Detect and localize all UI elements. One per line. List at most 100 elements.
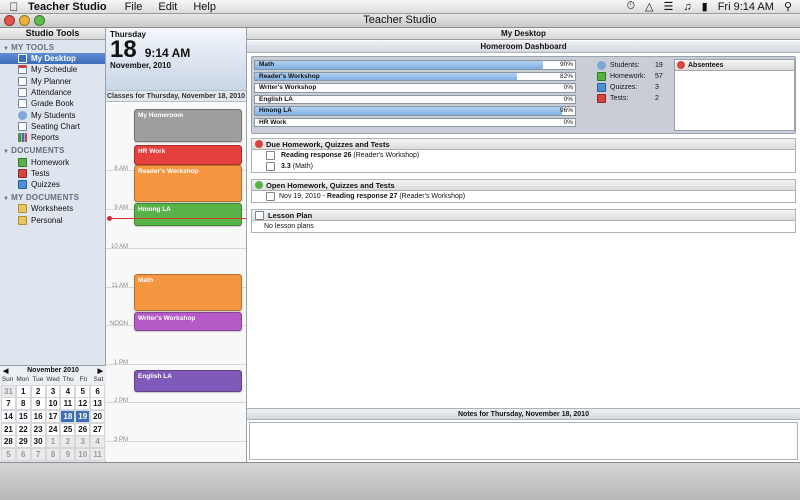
calendar-day[interactable]: 13	[90, 397, 105, 411]
sidebar-item-my-students[interactable]: My Students	[0, 109, 105, 120]
sidebar-item-homework[interactable]: Homework	[0, 156, 105, 167]
sidebar-item-my-schedule[interactable]: My Schedule	[0, 64, 105, 75]
volume-icon[interactable]: ♫	[683, 1, 691, 13]
stat-quizzes[interactable]: Quizzes: 3	[597, 82, 669, 93]
calendar-day[interactable]: 10	[45, 397, 61, 411]
apple-menu-icon[interactable]: 	[0, 0, 28, 14]
calendar-day[interactable]: 24	[45, 422, 61, 436]
calendar-day[interactable]: 19	[75, 409, 91, 423]
calendar-day[interactable]: 8	[15, 397, 31, 411]
sidebar-item-reports[interactable]: Reports	[0, 132, 105, 143]
calendar-day[interactable]: 26	[75, 422, 91, 436]
calendar-day[interactable]: 3	[75, 435, 91, 449]
calendar-day[interactable]: 6	[15, 447, 31, 461]
progress-bar[interactable]: Writer's Workshop 0%	[254, 83, 576, 93]
calendar-day[interactable]: 4	[60, 384, 76, 398]
class-event[interactable]: Reader's Workshop	[134, 165, 242, 202]
progress-bar[interactable]: Hmong LA 96%	[254, 106, 576, 116]
calendar-day[interactable]: 2	[30, 384, 46, 398]
calendar-day[interactable]: 1	[45, 435, 61, 449]
weekday-label: Wed	[46, 376, 60, 383]
time-machine-icon[interactable]: ⏱	[626, 0, 635, 13]
sidebar-item-my-planner[interactable]: My Planner	[0, 76, 105, 87]
progress-bar[interactable]: HR Work 0%	[254, 117, 576, 128]
calendar-day[interactable]: 27	[90, 422, 105, 436]
progress-bar[interactable]: Reader's Workshop 82%	[254, 71, 576, 82]
sidebar-item-personal[interactable]: Personal	[0, 215, 105, 226]
due-item[interactable]: 3.3 (Math)	[252, 161, 795, 172]
sidebar-item-tests[interactable]: Tests	[0, 168, 105, 179]
bluetooth-icon[interactable]: △	[645, 0, 653, 13]
sidebar-item-quizzes[interactable]: Quizzes	[0, 179, 105, 190]
calendar-day[interactable]: 6	[90, 384, 105, 398]
calendar-day[interactable]: 5	[1, 447, 16, 461]
class-event[interactable]: HR Work	[134, 145, 242, 165]
calendar-day[interactable]: 5	[75, 384, 91, 398]
zoom-button[interactable]	[34, 15, 45, 26]
calendar-day[interactable]: 17	[45, 409, 61, 423]
menu-help[interactable]: Help	[193, 1, 216, 13]
sidebar-section-my-documents[interactable]: ▼ MY DOCUMENTS	[0, 190, 105, 203]
window-title: Teacher Studio	[363, 14, 437, 26]
sidebar-item-attendance[interactable]: Attendance	[0, 87, 105, 98]
calendar-day[interactable]: 1	[15, 384, 31, 398]
calendar-day[interactable]: 9	[30, 397, 46, 411]
calendar-day[interactable]: 10	[75, 447, 91, 461]
calendar-day[interactable]: 12	[75, 397, 91, 411]
sidebar-item-seating-chart[interactable]: Seating Chart	[0, 121, 105, 132]
progress-bar[interactable]: English LA 0%	[254, 94, 576, 105]
close-button[interactable]	[4, 15, 15, 26]
calendar-day[interactable]: 14	[1, 409, 16, 423]
calendar-day[interactable]: 16	[30, 409, 46, 423]
sidebar-item-grade-book[interactable]: Grade Book	[0, 98, 105, 109]
absentees-header[interactable]: Absentees	[675, 60, 794, 71]
calendar-day[interactable]: 18	[60, 409, 76, 423]
prev-month-button[interactable]: ◀	[3, 367, 8, 375]
sidebar-item-worksheets[interactable]: Worksheets	[0, 203, 105, 214]
stat-tests[interactable]: Tests: 2	[597, 93, 669, 104]
class-event[interactable]: Writer's Workshop	[134, 312, 242, 331]
calendar-day[interactable]: 31	[1, 384, 16, 398]
calendar-day[interactable]: 21	[1, 422, 16, 436]
calendar-day[interactable]: 28	[1, 435, 16, 449]
stat-homework[interactable]: Homework: 57	[597, 71, 669, 82]
calendar-day[interactable]: 7	[1, 397, 16, 411]
stat-students[interactable]: Students: 19	[597, 60, 669, 71]
progress-bar[interactable]: Math 90%	[254, 60, 576, 70]
calendar-day[interactable]: 8	[45, 447, 61, 461]
calendar-day[interactable]: 4	[90, 435, 105, 449]
calendar-day[interactable]: 11	[60, 397, 76, 411]
next-month-button[interactable]: ▶	[98, 367, 103, 375]
class-event[interactable]: Hmong LA	[134, 203, 242, 226]
open-item[interactable]: Nov 19, 2010 - Reading response 27 (Reader…	[252, 191, 795, 202]
sidebar-section-documents[interactable]: ▼ DOCUMENTS	[0, 143, 105, 156]
app-menu[interactable]: Teacher Studio	[28, 1, 107, 13]
menu-clock[interactable]: Fri 9:14 AM	[718, 1, 774, 13]
sidebar-item-my-desktop[interactable]: My Desktop	[0, 53, 105, 65]
wifi-icon[interactable]: ☰	[664, 0, 674, 13]
calendar-day[interactable]: 30	[30, 435, 46, 449]
menu-edit[interactable]: Edit	[158, 1, 177, 13]
due-item[interactable]: Reading response 26 (Reader's Workshop)	[252, 150, 795, 161]
calendar-day[interactable]: 9	[60, 447, 76, 461]
calendar-day[interactable]: 25	[60, 422, 76, 436]
lesson-header: Lesson Plan	[252, 210, 795, 221]
calendar-day[interactable]: 7	[30, 447, 46, 461]
calendar-day[interactable]: 29	[15, 435, 31, 449]
class-event[interactable]: English LA	[134, 370, 242, 392]
calendar-day[interactable]: 3	[45, 384, 61, 398]
calendar-day[interactable]: 2	[60, 435, 76, 449]
battery-icon[interactable]: ▮	[702, 0, 708, 13]
calendar-day[interactable]: 15	[15, 409, 31, 423]
class-event[interactable]: My Homeroom	[134, 109, 242, 142]
menu-file[interactable]: File	[125, 1, 143, 13]
sidebar-section-my-tools[interactable]: ▼ MY TOOLS	[0, 40, 105, 53]
calendar-day[interactable]: 22	[15, 422, 31, 436]
class-event[interactable]: Math	[134, 274, 242, 311]
calendar-day[interactable]: 11	[90, 447, 105, 461]
minimize-button[interactable]	[19, 15, 30, 26]
spotlight-icon[interactable]: ⚲	[784, 0, 792, 13]
calendar-day[interactable]: 23	[30, 422, 46, 436]
notes-area[interactable]	[249, 422, 798, 460]
calendar-day[interactable]: 20	[90, 409, 105, 423]
